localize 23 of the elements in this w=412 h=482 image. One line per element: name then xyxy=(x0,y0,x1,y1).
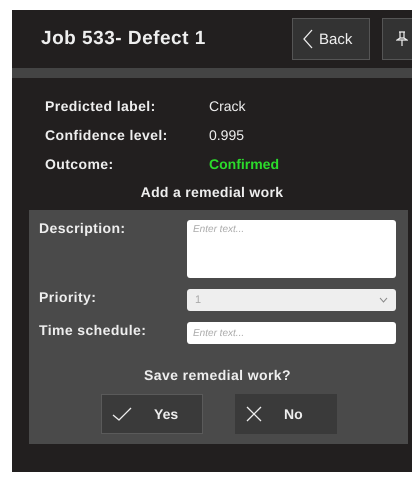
detail-value: Confirmed xyxy=(209,156,280,172)
section-title: Add a remedial work xyxy=(140,184,284,200)
detail-label: Confidence level: xyxy=(45,127,169,143)
detail-label: Predicted label: xyxy=(45,98,157,114)
field-label: Description: xyxy=(39,220,126,236)
description-field[interactable]: Enter text... xyxy=(187,220,396,278)
pin-button[interactable] xyxy=(382,18,412,60)
pin-icon xyxy=(396,31,408,47)
no-button[interactable]: No xyxy=(235,394,337,434)
save-question: Save remedial work? xyxy=(143,367,292,383)
back-button[interactable]: Back xyxy=(292,18,370,60)
chevron-left-icon xyxy=(303,29,313,49)
detail-value: 0.995 xyxy=(209,127,246,143)
close-icon xyxy=(246,406,262,422)
time-schedule-field[interactable]: Enter text... xyxy=(187,322,396,344)
detail-value: Crack xyxy=(209,98,247,114)
chevron-down-icon xyxy=(379,297,388,303)
detail-label: Outcome: xyxy=(45,156,115,172)
yes-button[interactable]: Yes xyxy=(101,394,203,434)
check-icon xyxy=(112,407,132,421)
page-title: Job 533- Defect 1 xyxy=(41,28,207,50)
field-label: Time schedule: xyxy=(39,322,148,338)
field-label: Priority: xyxy=(39,289,98,305)
